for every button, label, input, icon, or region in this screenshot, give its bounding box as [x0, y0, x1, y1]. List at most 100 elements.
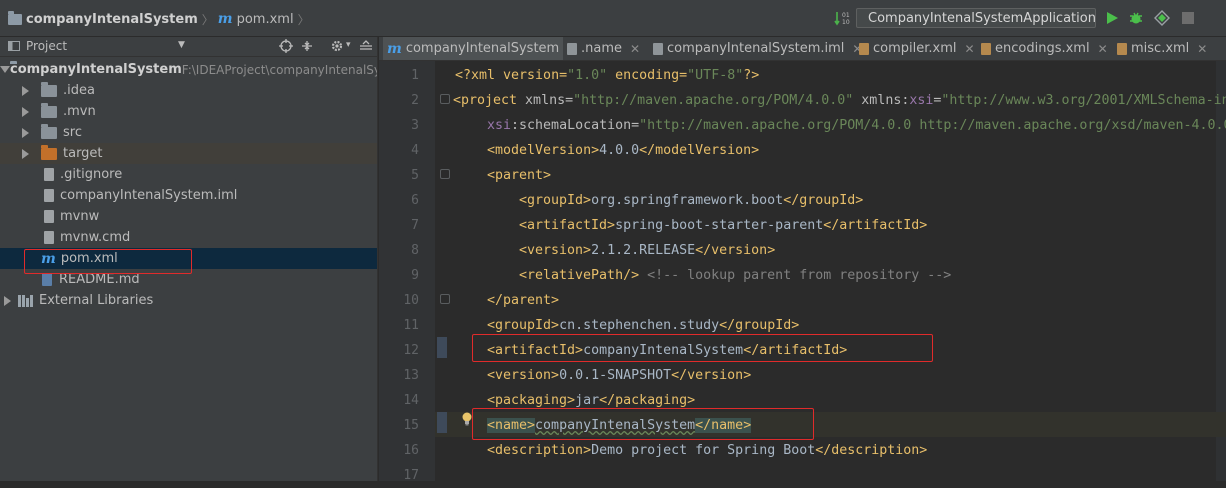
tab-name[interactable]: .name ✕ [563, 37, 644, 60]
run-config-label: CompanyIntenalSystemApplication [868, 10, 1096, 26]
tab-encodings-xml[interactable]: encodings.xml ✕ [977, 37, 1112, 60]
code-line-2: <project xmlns="http://maven.apache.org/… [453, 88, 1226, 113]
code-token: <project [453, 93, 518, 108]
breadcrumb-file[interactable]: pom.xml [237, 12, 294, 27]
fold-marker-icon[interactable] [440, 169, 450, 179]
expand-arrow-icon[interactable] [22, 85, 29, 96]
tree-item-target[interactable]: target [0, 143, 377, 164]
code-token: </packaging> [599, 393, 696, 408]
code-line-1: <?xml version="1.0" encoding="UTF-8"?> [455, 63, 759, 88]
code-line-6: <groupId>org.springframework.boot</group… [519, 188, 863, 213]
code-token: 0.0.1-SNAPSHOT [559, 368, 672, 383]
tree-item-iml[interactable]: companyIntenalSystem.iml [0, 185, 377, 206]
expand-arrow-icon[interactable] [22, 127, 29, 138]
line-number: 8 [411, 243, 419, 258]
chevron-right-icon: 〉 [297, 12, 310, 27]
code-token: spring-boot-starter-parent [615, 218, 824, 233]
tree-item-label: README.md [59, 272, 140, 287]
expand-arrow-icon[interactable] [22, 148, 29, 159]
line-number: 4 [411, 143, 419, 158]
tree-item-label: src [63, 125, 82, 140]
svg-text:10: 10 [842, 19, 850, 26]
code-token: jar [575, 393, 600, 408]
tree-item-external-libraries[interactable]: External Libraries [0, 290, 377, 311]
tab-label: companyIntenalSystem [405, 41, 560, 56]
expand-arrow-icon[interactable] [0, 66, 10, 73]
stop-icon[interactable] [1180, 10, 1196, 26]
file-icon [44, 210, 54, 223]
tab-compiler-xml[interactable]: compiler.xml ✕ [855, 37, 979, 60]
tree-item-gitignore[interactable]: .gitignore [0, 164, 377, 185]
collapse-all-icon[interactable] [300, 39, 314, 56]
tree-item-label: .mvn [63, 104, 96, 119]
hide-panel-icon[interactable] [359, 39, 373, 56]
fold-marker-icon[interactable] [440, 94, 450, 104]
sort-icon[interactable]: 01 10 [834, 10, 850, 26]
annotation-box-artifactid [472, 334, 933, 362]
tree-root[interactable]: companyIntenalSystem F:\IDEAProject\comp… [0, 59, 381, 80]
code-token: <groupId> [519, 193, 592, 208]
chevron-down-icon[interactable]: ▾ [346, 40, 351, 50]
code-line-5: <parent> [487, 163, 551, 188]
code-line-16: <description>Demo project for Spring Boo… [487, 438, 927, 463]
breadcrumb-project[interactable]: companyIntenalSystem [26, 12, 198, 27]
close-icon[interactable]: ✕ [630, 42, 640, 56]
code-token: <description> [487, 443, 592, 458]
expand-arrow-icon[interactable] [22, 106, 29, 117]
code-token: <groupId> [487, 318, 560, 333]
breadcrumb: companyIntenalSystem 〉 m pom.xml 〉 [8, 10, 310, 28]
gear-icon[interactable] [330, 39, 344, 56]
code-token: <parent> [487, 168, 552, 183]
tree-item-idea[interactable]: .idea [0, 80, 377, 101]
code-token: xmlns= [517, 93, 574, 108]
code-token: </version> [695, 243, 776, 258]
code-line-4: <modelVersion>4.0.0</modelVersion> [487, 138, 759, 163]
tree-item-mvnw-cmd[interactable]: mvnw.cmd [0, 227, 377, 248]
code-token: cn.stephenchen.study [559, 318, 720, 333]
tab-label: encodings.xml [995, 41, 1090, 56]
tab-misc-xml[interactable]: misc.xml ✕ [1113, 37, 1211, 60]
line-number: 2 [411, 93, 419, 108]
code-token: "1.0" [567, 68, 608, 83]
tab-iml[interactable]: companyIntenalSystem.iml ✕ [649, 37, 866, 60]
line-number: 6 [411, 193, 419, 208]
folder-icon [8, 10, 22, 25]
line-number: 13 [403, 368, 419, 383]
run-icon[interactable] [1104, 10, 1120, 26]
tree-item-mvn[interactable]: .mvn [0, 101, 377, 122]
maven-icon: m [387, 40, 402, 57]
code-token: xsi [909, 93, 934, 108]
code-token: "http://www.w3.org/2001/XMLSchema-in [941, 93, 1226, 108]
code-line-3: xsi:schemaLocation="http://maven.apache.… [487, 113, 1226, 138]
module-file-icon [44, 189, 54, 202]
code-token: </modelVersion> [639, 143, 760, 158]
code-line-13: <version>0.0.1-SNAPSHOT</version> [487, 363, 751, 388]
code-token: </groupId> [719, 318, 800, 333]
code-token: org.springframework.boot [591, 193, 784, 208]
close-icon[interactable]: ✕ [965, 42, 975, 56]
coverage-icon[interactable] [1154, 10, 1170, 26]
code-token: <version> [519, 243, 592, 258]
tree-item-label: .idea [63, 83, 95, 98]
code-token: 4.0.0 [599, 143, 640, 158]
folder-icon [41, 123, 57, 139]
fold-marker-icon[interactable] [440, 294, 450, 304]
code-line-9: <relativePath/> <!-- lookup parent from … [519, 263, 951, 288]
chevron-down-icon[interactable]: ▼ [178, 40, 185, 50]
close-icon[interactable]: ✕ [1098, 42, 1108, 56]
target-icon[interactable] [279, 39, 293, 56]
debug-icon[interactable] [1128, 10, 1144, 26]
tree-item-src[interactable]: src [0, 122, 377, 143]
line-number: 1 [411, 68, 419, 83]
project-panel-title[interactable]: Project [26, 39, 67, 53]
code-token: <version> [487, 368, 560, 383]
tab-label: compiler.xml [873, 41, 957, 56]
tree-item-mvnw[interactable]: mvnw [0, 206, 377, 227]
libraries-icon [18, 294, 33, 307]
file-icon [44, 168, 54, 181]
tab-companyintenalsystem[interactable]: m companyIntenalSystem [383, 37, 564, 60]
run-configuration-select[interactable]: CompanyIntenalSystemApplication ▼ [856, 8, 1096, 28]
editor-tab-bar: m companyIntenalSystem .name ✕ companyIn… [379, 37, 1226, 61]
expand-arrow-icon[interactable] [4, 295, 11, 306]
close-icon[interactable]: ✕ [1197, 42, 1207, 56]
